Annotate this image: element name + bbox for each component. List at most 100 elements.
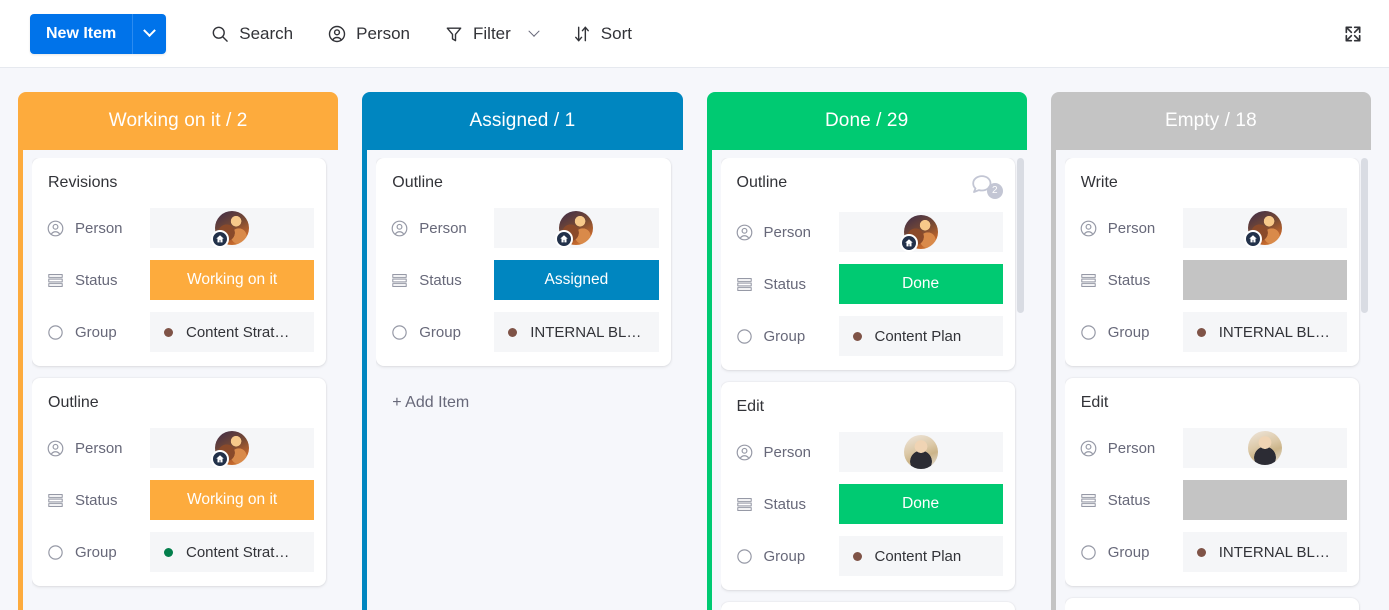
- status-badge[interactable]: Done: [838, 264, 1003, 304]
- toolbar-button-label: Search: [239, 23, 294, 43]
- field-label-status: Status: [735, 275, 839, 294]
- person-value[interactable]: [150, 428, 315, 468]
- column-body: Write Person Status Group INTERNAL BL… Edit Pe…: [1050, 150, 1371, 610]
- avatar[interactable]: [903, 435, 938, 469]
- group-color-dot: [1196, 547, 1206, 557]
- group-value[interactable]: INTERNAL BL…: [494, 312, 659, 352]
- kanban-card[interactable]: Revisions Person Status Working on it Group C…: [32, 158, 327, 366]
- avatar[interactable]: [1247, 431, 1282, 465]
- avatar[interactable]: [1243, 211, 1282, 248]
- kanban-card[interactable]: Edit Person Status Done Group Content Plan: [720, 382, 1015, 590]
- person-cell[interactable]: [1182, 208, 1347, 248]
- group-cell[interactable]: Content Strat…: [150, 532, 315, 572]
- person-value[interactable]: [150, 208, 315, 248]
- group-cell[interactable]: Content Strat…: [150, 312, 315, 352]
- person-cell[interactable]: [838, 432, 1003, 472]
- person-cell[interactable]: [1182, 428, 1347, 468]
- status-value[interactable]: [1182, 480, 1347, 520]
- new-item-dropdown-button[interactable]: [132, 13, 167, 54]
- column-scrollbar[interactable]: [1361, 158, 1368, 313]
- card-field-status: Status Assigned: [390, 260, 659, 300]
- kanban-card[interactable]: [720, 602, 1015, 610]
- kanban-card[interactable]: [1064, 598, 1359, 610]
- group-value[interactable]: INTERNAL BL…: [1182, 532, 1347, 572]
- group-value[interactable]: Content Plan: [838, 536, 1003, 576]
- person-field-icon: [47, 220, 64, 236]
- board-column: Empty / 18 Write Person Status Group INTERNAL…: [1050, 92, 1371, 610]
- status-badge[interactable]: Working on it: [150, 480, 315, 520]
- status-badge[interactable]: Done: [838, 484, 1003, 524]
- group-field-icon: [48, 324, 63, 340]
- group-field-icon: [1081, 324, 1096, 340]
- field-label-person: Person: [46, 439, 150, 458]
- person-value[interactable]: [838, 212, 1003, 252]
- person-value[interactable]: [838, 432, 1003, 472]
- person-cell[interactable]: [150, 208, 315, 248]
- person-cell[interactable]: [838, 212, 1003, 252]
- card-field-person: Person: [735, 212, 1003, 252]
- field-label-text: Status: [75, 491, 118, 509]
- person-cell[interactable]: [494, 208, 659, 248]
- kanban-card[interactable]: Outline Person Status Working on it Group Con…: [32, 378, 327, 586]
- card-field-group: Group INTERNAL BL…: [1079, 312, 1347, 352]
- group-value[interactable]: Content Strat…: [150, 532, 315, 572]
- status-badge[interactable]: [1182, 260, 1347, 300]
- field-label-text: Status: [1107, 271, 1151, 289]
- avatar[interactable]: [211, 211, 250, 248]
- card-title: Outline: [736, 174, 788, 191]
- group-color-dot: [852, 331, 862, 341]
- expand-button[interactable]: [1333, 14, 1373, 54]
- kanban-card[interactable]: Edit Person Status Group INTERNAL BL…: [1064, 378, 1359, 586]
- group-cell[interactable]: Content Plan: [838, 536, 1003, 576]
- expand-icon: [1345, 26, 1361, 42]
- field-label-status: Status: [1079, 271, 1183, 290]
- person-value[interactable]: [1182, 428, 1347, 468]
- status-value[interactable]: Working on it: [150, 260, 315, 300]
- status-value[interactable]: Assigned: [494, 260, 659, 300]
- status-badge[interactable]: Assigned: [494, 260, 659, 300]
- status-value[interactable]: [1182, 260, 1347, 300]
- column-header[interactable]: Assigned / 1: [362, 92, 683, 150]
- avatar-badge-icon: [211, 230, 230, 248]
- status-badge[interactable]: [1182, 480, 1347, 520]
- kanban-card[interactable]: Outline Person Status Assigned Group INTERNAL…: [376, 158, 671, 366]
- status-field-icon: [1081, 273, 1096, 287]
- new-item-button[interactable]: New Item: [30, 13, 133, 54]
- status-value[interactable]: Working on it: [150, 480, 315, 520]
- status-value[interactable]: Done: [838, 264, 1003, 304]
- status-field-icon: [736, 277, 752, 291]
- column-header[interactable]: Done / 29: [706, 92, 1027, 150]
- status-value[interactable]: Done: [838, 484, 1003, 524]
- comment-badge[interactable]: 2: [969, 172, 1003, 199]
- toolbar-person-button[interactable]: Person: [317, 16, 420, 52]
- person-cell[interactable]: [150, 428, 315, 468]
- column-header[interactable]: Empty / 18: [1050, 92, 1371, 150]
- group-cell[interactable]: INTERNAL BL…: [1182, 532, 1347, 572]
- chevron-down-icon[interactable]: [528, 25, 540, 37]
- avatar[interactable]: [211, 431, 250, 468]
- avatar[interactable]: [555, 211, 594, 248]
- column-header[interactable]: Working on it / 2: [18, 92, 339, 150]
- card-title-row: Outline: [390, 172, 658, 194]
- toolbar-search-button[interactable]: Search: [200, 16, 303, 52]
- card-title-row: Edit: [735, 396, 1003, 418]
- group-cell[interactable]: INTERNAL BL…: [494, 312, 659, 352]
- toolbar-filter-button[interactable]: Filter: [434, 16, 548, 52]
- group-cell[interactable]: Content Plan: [838, 316, 1003, 356]
- group-value[interactable]: Content Plan: [838, 316, 1003, 356]
- kanban-card[interactable]: Write Person Status Group INTERNAL BL…: [1064, 158, 1359, 366]
- status-badge[interactable]: Working on it: [150, 260, 315, 300]
- add-item-button[interactable]: + Add Item: [376, 378, 670, 422]
- avatar[interactable]: [899, 215, 938, 252]
- status-field-icon: [48, 273, 63, 287]
- column-scrollbar[interactable]: [1016, 158, 1024, 313]
- group-cell[interactable]: INTERNAL BL…: [1182, 312, 1347, 352]
- new-item-group[interactable]: New Item: [30, 13, 167, 54]
- toolbar-sort-button[interactable]: Sort: [562, 16, 642, 52]
- group-color-dot: [508, 327, 518, 337]
- person-value[interactable]: [494, 208, 659, 248]
- group-value[interactable]: INTERNAL BL…: [1182, 312, 1347, 352]
- kanban-card[interactable]: Outline 2 Person Status Done Group Content Pla…: [720, 158, 1015, 370]
- person-value[interactable]: [1182, 208, 1347, 248]
- group-value[interactable]: Content Strat…: [150, 312, 315, 352]
